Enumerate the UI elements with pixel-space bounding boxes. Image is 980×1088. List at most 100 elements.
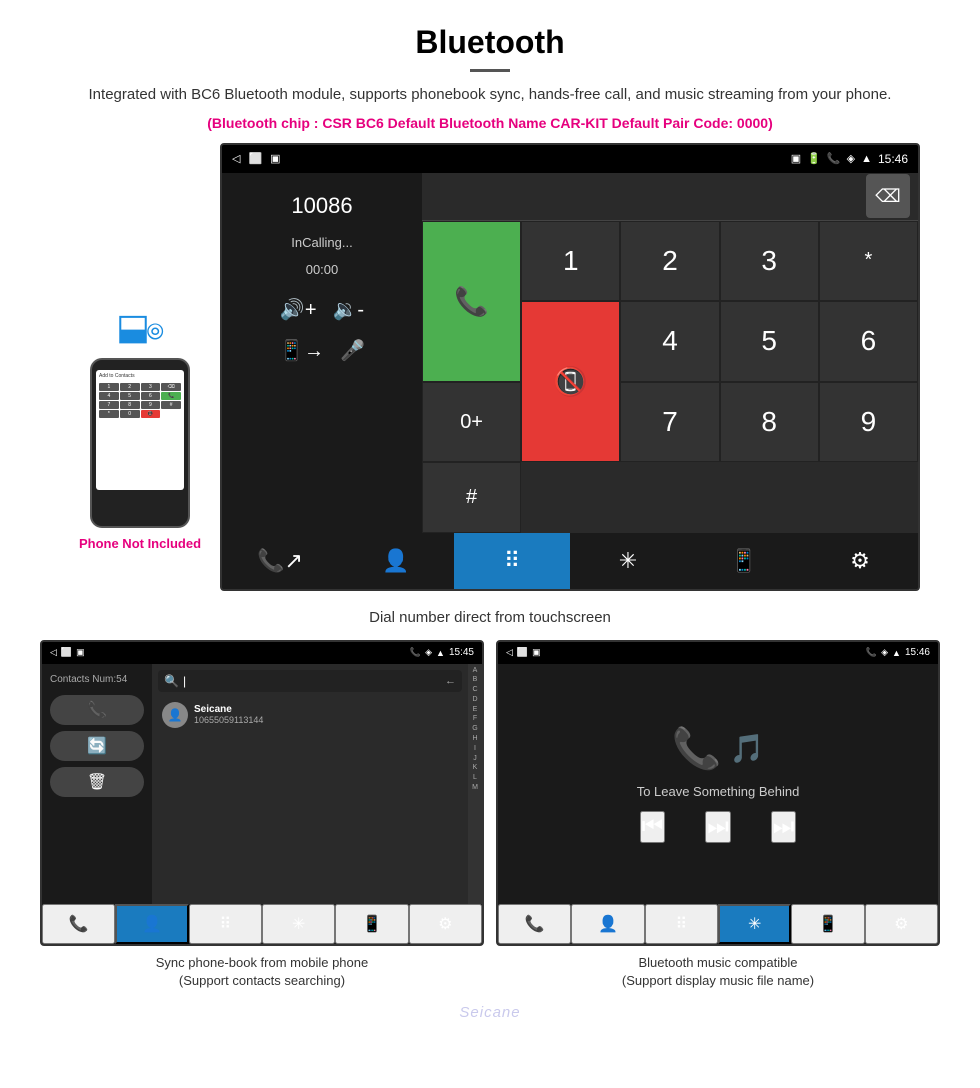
alpha-d[interactable]: D [472,695,477,705]
dial-input[interactable] [430,179,866,213]
nav-contacts[interactable]: 👤 [338,533,454,589]
key-hash[interactable]: # [422,462,521,532]
contacts-main: 🔍 | ← 👤 Seicane 10655059113144 [152,664,482,904]
music-home-icon[interactable]: ⬜ [517,647,528,658]
contacts-nav-numpad[interactable]: ⠿ [189,904,262,944]
sp-key-star[interactable]: * [99,410,119,418]
contacts-back-icon[interactable]: ◁ [50,647,57,658]
alpha-f[interactable]: F [473,714,477,724]
sp-key-3[interactable]: 3 [141,383,161,391]
recents-nav-icon[interactable]: ▣ [270,152,280,165]
contacts-nav-settings[interactable]: ⚙ [409,904,482,944]
sp-key-4[interactable]: 4 [99,392,119,400]
key-1[interactable]: 1 [521,221,620,302]
alpha-h[interactable]: H [472,734,477,744]
contacts-search-row: 🔍 | ← [158,670,462,692]
key-4[interactable]: 4 [620,301,719,382]
alpha-i[interactable]: I [474,744,476,754]
watermark-text: Seicane [459,1004,520,1021]
contacts-nav-contacts[interactable]: 👤 [115,904,188,944]
statusbar-status-icons: ▣ 🔋 📞 ◈ ▲ 15:46 [791,152,908,166]
bluetooth-symbol-icon: ⬓ [116,306,150,347]
key-star[interactable]: * [819,221,918,302]
header-description: Integrated with BC6 Bluetooth module, su… [40,84,940,107]
music-wifi-icon: ▲ [892,648,901,658]
sp-key-8[interactable]: 8 [120,401,140,409]
main-screen-area: ⬓ ⦾ Add to Contacts 1 2 3 ⌫ 4 5 6 📞 7 8 [0,143,980,591]
key-8[interactable]: 8 [720,382,819,463]
key-7[interactable]: 7 [620,382,719,463]
alpha-b[interactable]: B [473,675,478,685]
contacts-recents-icon[interactable]: ▣ [76,647,85,658]
contacts-delete-btn[interactable]: 🗑 [50,767,144,797]
contact-avatar: 👤 [162,702,188,728]
sp-key-7[interactable]: 7 [99,401,119,409]
music-back-icon[interactable]: ◁ [506,647,513,658]
key-5[interactable]: 5 [720,301,819,382]
home-nav-icon[interactable]: ⬜ [248,152,262,165]
microphone-icon[interactable]: 🎤 [340,338,365,363]
alpha-j[interactable]: J [473,754,477,764]
key-0plus[interactable]: 0+ [422,382,521,463]
prev-track-button[interactable]: ⏮ [640,811,666,843]
back-nav-icon[interactable]: ◁ [232,152,240,165]
play-pause-button[interactable]: ⏭ [705,811,731,843]
alpha-g[interactable]: G [472,724,477,734]
next-track-button[interactable]: ⏭ [771,811,797,843]
music-nav-contacts[interactable]: 👤 [571,904,644,944]
dial-time: 00:00 [238,262,406,277]
dial-numpad-area: ⌫ 1 2 3 * 📞 4 5 6 0+ 📵 7 8 9 # [422,173,918,533]
volume-up-icon[interactable]: 🔊+ [280,297,317,322]
contacts-nav-call[interactable]: 📞 [42,904,115,944]
song-title: To Leave Something Behind [637,784,800,799]
music-recents-icon[interactable]: ▣ [532,647,541,658]
key-6[interactable]: 6 [819,301,918,382]
nav-settings[interactable]: ⚙ [802,533,918,589]
music-nav-settings[interactable]: ⚙ [865,904,938,944]
key-3[interactable]: 3 [720,221,819,302]
nav-bluetooth[interactable]: ✳ [570,533,686,589]
backspace-button[interactable]: ⌫ [866,174,910,218]
music-nav-call[interactable]: 📞 [498,904,571,944]
sp-key-6[interactable]: 6 [141,392,161,400]
call-button[interactable]: 📞 [422,221,521,382]
contacts-nav-bt[interactable]: ✳ [262,904,335,944]
alpha-c[interactable]: C [472,685,477,695]
alpha-a[interactable]: A [473,666,478,676]
sp-key-hash[interactable]: # [161,401,181,409]
music-nav-phone[interactable]: 📱 [791,904,864,944]
alpha-e[interactable]: E [473,705,478,715]
page-header: Bluetooth Integrated with BC6 Bluetooth … [0,0,980,143]
sp-key-5[interactable]: 5 [120,392,140,400]
contacts-sync-btn[interactable]: 🔄 [50,731,144,761]
call-transfer-icon[interactable]: 📱→ [279,338,324,363]
nav-call-transfer[interactable]: 📞↗ [222,533,338,589]
music-statusbar: ◁ ⬜ ▣ 📞 ◈ ▲ 15:46 [498,642,938,664]
sp-key-del[interactable]: ⌫ [161,383,181,391]
contacts-home-icon[interactable]: ⬜ [61,647,72,658]
sp-key-1[interactable]: 1 [99,383,119,391]
numpad-grid: 1 2 3 * 📞 4 5 6 0+ 📵 7 8 9 # [422,221,918,533]
sp-key-9[interactable]: 9 [141,401,161,409]
sp-key-2[interactable]: 2 [120,383,140,391]
nav-phone-out[interactable]: 📱 [686,533,802,589]
contacts-nav-phone[interactable]: 📱 [335,904,408,944]
end-call-button[interactable]: 📵 [521,301,620,462]
key-2[interactable]: 2 [620,221,719,302]
sp-key-end[interactable]: 📵 [141,410,161,418]
contacts-call-btn[interactable]: 📞 [50,695,144,725]
key-9[interactable]: 9 [819,382,918,463]
music-nav-numpad[interactable]: ⠿ [645,904,718,944]
statusbar-nav-icons: ◁ ⬜ ▣ [232,152,281,165]
alpha-l[interactable]: L [473,773,477,783]
sp-key-0[interactable]: 0 [120,410,140,418]
music-nav-bt[interactable]: ✳ [718,904,791,944]
contacts-screen: ◁ ⬜ ▣ 📞 ◈ ▲ 15:45 Contacts Num:54 📞 🔄 🗑 [40,640,484,946]
volume-down-icon[interactable]: 🔉- [333,297,365,322]
alpha-k[interactable]: K [473,763,478,773]
search-back-icon[interactable]: ← [445,675,456,687]
nav-numpad[interactable]: ⠿ [454,533,570,589]
alpha-m[interactable]: M [472,783,478,793]
sp-key-call[interactable]: 📞 [161,392,181,400]
sp-numpad: 1 2 3 ⌫ 4 5 6 📞 7 8 9 # * 0 📵 [99,383,181,418]
